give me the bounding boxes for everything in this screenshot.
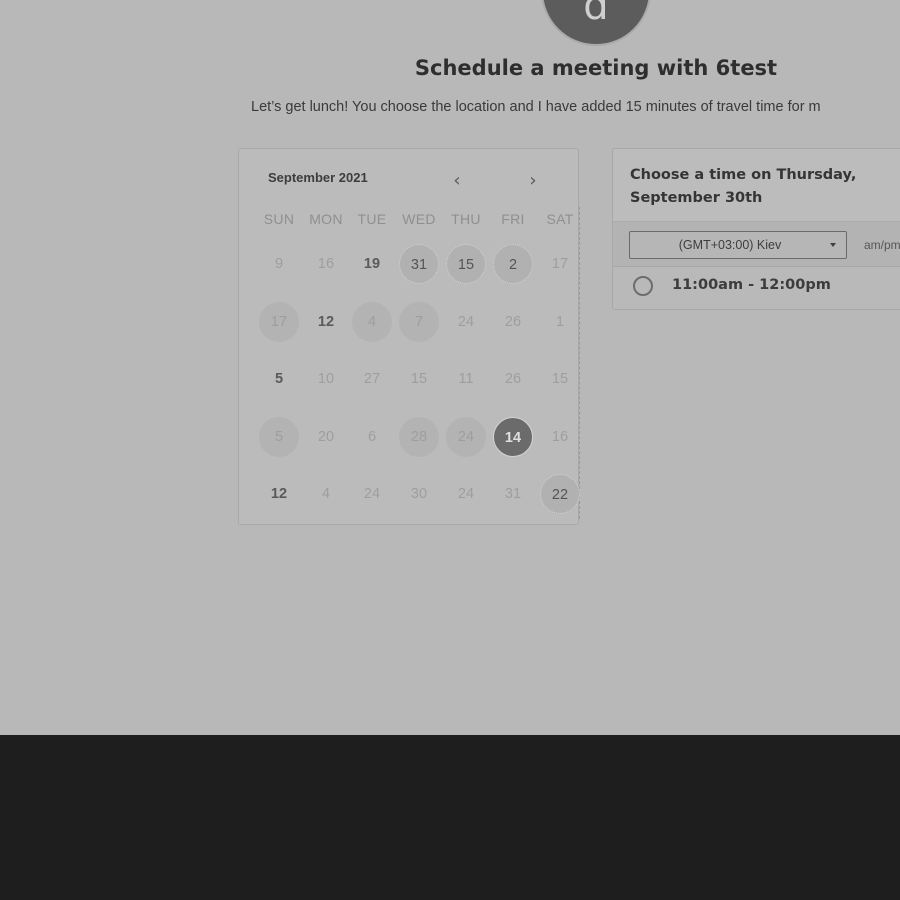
footer-bar — [0, 735, 900, 900]
calendar-day[interactable]: 5 — [259, 359, 299, 399]
timezone-row: (GMT+03:00) Kiev am/pm — [613, 222, 900, 267]
calendar-day[interactable]: 7 — [399, 302, 439, 342]
calendar-day[interactable]: 17 — [259, 302, 299, 342]
weekday-header: FRI — [501, 211, 525, 227]
caret-down-icon — [830, 243, 836, 247]
weekday-header: SAT — [546, 211, 574, 227]
calendar-day[interactable]: 24 — [352, 474, 392, 514]
calendar-day[interactable]: 10 — [306, 359, 346, 399]
calendar-day[interactable]: 24 — [446, 302, 486, 342]
calendar-day[interactable]: 22 — [540, 474, 580, 514]
calendar-day[interactable]: 9 — [259, 244, 299, 284]
time-slot-label: 11:00am - 12:00pm — [672, 277, 831, 293]
calendar-day[interactable]: 15 — [446, 244, 486, 284]
calendar-day[interactable]: 11 — [446, 359, 486, 399]
calendar-month-label: September 2021 — [268, 170, 368, 185]
calendar-day[interactable]: 4 — [306, 474, 346, 514]
calendar-day[interactable]: 28 — [399, 417, 439, 457]
calendar-day[interactable]: 20 — [306, 417, 346, 457]
time-panel-header: Choose a time on Thursday, September 30t… — [613, 149, 900, 222]
booking-page: d Schedule a meeting with 6test Let’s ge… — [0, 0, 900, 735]
avatar-letter: d — [583, 0, 609, 29]
calendar-day[interactable]: 27 — [352, 359, 392, 399]
calendar-day[interactable]: 5 — [259, 417, 299, 457]
weekday-header: TUE — [357, 211, 387, 227]
calendar-day[interactable]: 26 — [493, 302, 533, 342]
calendar-day[interactable]: 2 — [493, 244, 533, 284]
calendar-day[interactable]: 17 — [540, 244, 580, 284]
calendar-divider — [579, 207, 581, 519]
calendar-day-selected[interactable]: 14 — [493, 417, 533, 457]
weekday-header: MON — [309, 211, 343, 227]
calendar-day[interactable]: 19 — [352, 244, 392, 284]
time-slot-option[interactable]: 11:00am - 12:00pm — [633, 275, 893, 301]
timezone-select[interactable]: (GMT+03:00) Kiev — [629, 231, 847, 259]
time-picker-panel: Choose a time on Thursday, September 30t… — [612, 148, 900, 310]
calendar-day[interactable]: 6 — [352, 417, 392, 457]
calendar-day[interactable]: 4 — [352, 302, 392, 342]
weekday-header: THU — [451, 211, 481, 227]
time-panel-title: Choose a time on Thursday, September 30t… — [630, 167, 857, 206]
radio-button[interactable] — [633, 276, 653, 296]
calendar-day[interactable]: 26 — [493, 359, 533, 399]
weekday-header: WED — [402, 211, 436, 227]
calendar-day[interactable]: 15 — [399, 359, 439, 399]
date-picker: September 2021 ‹ › SUN MON TUE WED THU FRI SAT… — [238, 148, 581, 525]
calendar-day[interactable]: 31 — [493, 474, 533, 514]
timezone-value: (GMT+03:00) Kiev — [678, 238, 782, 252]
calendar-day[interactable]: 16 — [306, 244, 346, 284]
chevron-left-icon[interactable]: ‹ — [447, 171, 467, 191]
calendar-day[interactable]: 16 — [540, 417, 580, 457]
calendar-day[interactable]: 12 — [259, 474, 299, 514]
weekday-header: SUN — [263, 211, 295, 227]
calendar-day[interactable]: 15 — [540, 359, 580, 399]
calendar-day[interactable]: 12 — [306, 302, 346, 342]
calendar-day[interactable]: 24 — [446, 474, 486, 514]
ampm-toggle[interactable]: am/pm — [864, 238, 900, 252]
calendar-day[interactable]: 24 — [446, 417, 486, 457]
calendar-day[interactable]: 1 — [540, 302, 580, 342]
calendar-day[interactable]: 31 — [399, 244, 439, 284]
calendar-day[interactable]: 30 — [399, 474, 439, 514]
meeting-description: Let’s get lunch! You choose the location… — [251, 99, 821, 115]
chevron-right-icon[interactable]: › — [523, 171, 543, 191]
host-avatar: d — [543, 0, 649, 44]
page-title: Schedule a meeting with 6test — [414, 56, 778, 80]
